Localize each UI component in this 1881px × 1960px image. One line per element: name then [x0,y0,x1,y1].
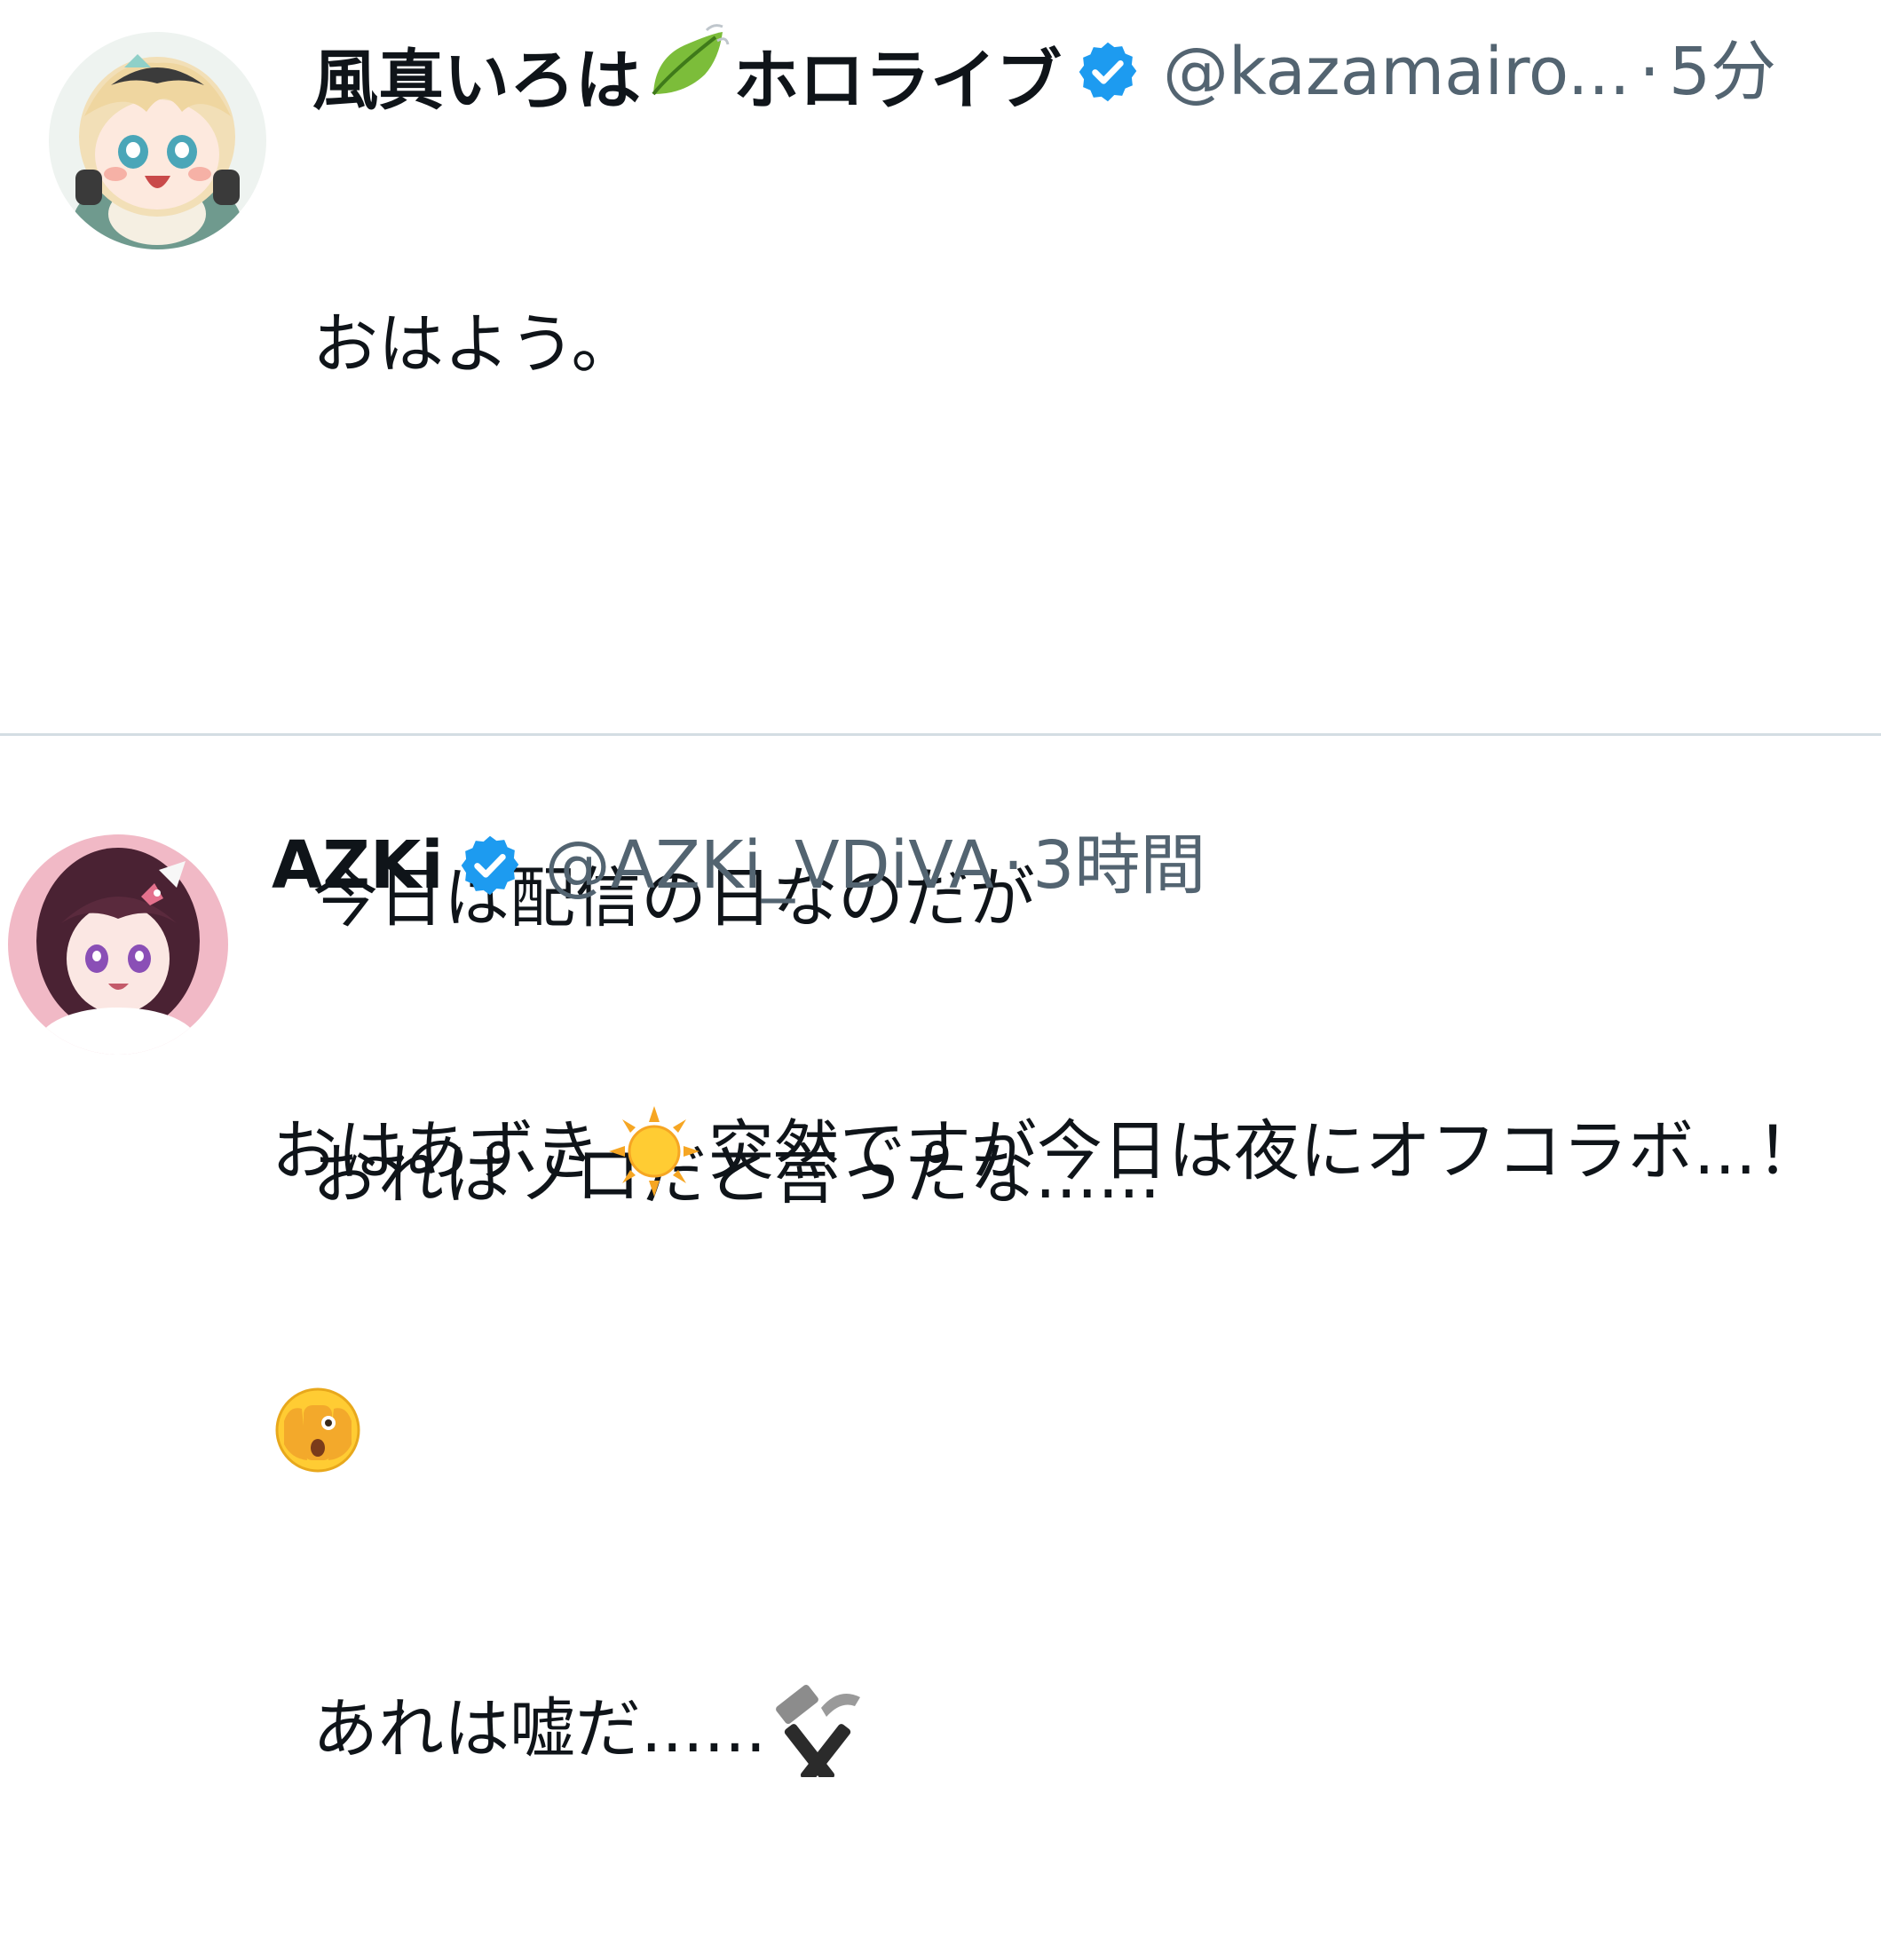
separator-dot: · [1002,827,1024,904]
hammer-and-pick-icon [770,1681,865,1783]
tweet-text-line [272,1382,1822,1474]
tweet[interactable]: 風真いろは ホロライブ @kazamairo... · 5分 おはよう。 今日は… [0,0,1881,1783]
verified-badge-icon [1074,38,1142,106]
handle[interactable]: @AZKi_VDiVA [545,826,994,905]
tweet-header: AZKi @AZKi_VDiVA · 3時間 [272,826,1205,905]
avatar-image [49,32,266,249]
avatar[interactable] [49,32,266,249]
tweet-text-line: おはあずき 突然ですが今日は夜にオフコラボ...！ [272,1105,1822,1197]
tweet-text-line-last: あれは嘘だ...... [312,1681,1160,1783]
display-name-part-1: 風真いろは [312,43,641,119]
sun-icon [607,1104,701,1198]
tweet-text-line: おはよう。 [312,306,637,383]
tweet-text-fragment: あれは嘘だ...... [312,1691,767,1767]
avatar-image [8,834,228,1055]
tweet-header: 風真いろは ホロライブ @kazamairo... · 5分 [312,23,1776,121]
verified-badge-icon [456,832,524,899]
timestamp[interactable]: 3時間 [1032,826,1205,905]
display-name[interactable]: AZKi [272,826,444,905]
tweet-text-fragment: 突然ですが今日は夜にオフコラボ...！ [708,1113,1822,1189]
tweet-text-blank-line [312,575,1160,668]
avatar[interactable] [8,834,228,1055]
tweet-divider [0,733,1881,736]
display-name[interactable]: 風真いろは ホロライブ [312,23,1062,121]
separator-dot: · [1639,34,1660,110]
display-name-part-2: ホロライブ [733,43,1062,119]
tweet[interactable]: AZKi @AZKi_VDiVA · 3時間 おはあずき 突然ですが今日は夜にオ… [0,737,1881,1473]
handle[interactable]: @kazamairo... [1163,32,1630,112]
tweet-text-fragment: おはあずき [272,1113,600,1189]
timestamp[interactable]: 5分 [1669,32,1776,112]
tweet-text: おはあずき 突然ですが今日は夜にオフコラボ...！ [272,921,1822,1659]
face-with-peeking-eye-icon [272,1382,364,1474]
herb-leaf-icon [644,23,730,103]
